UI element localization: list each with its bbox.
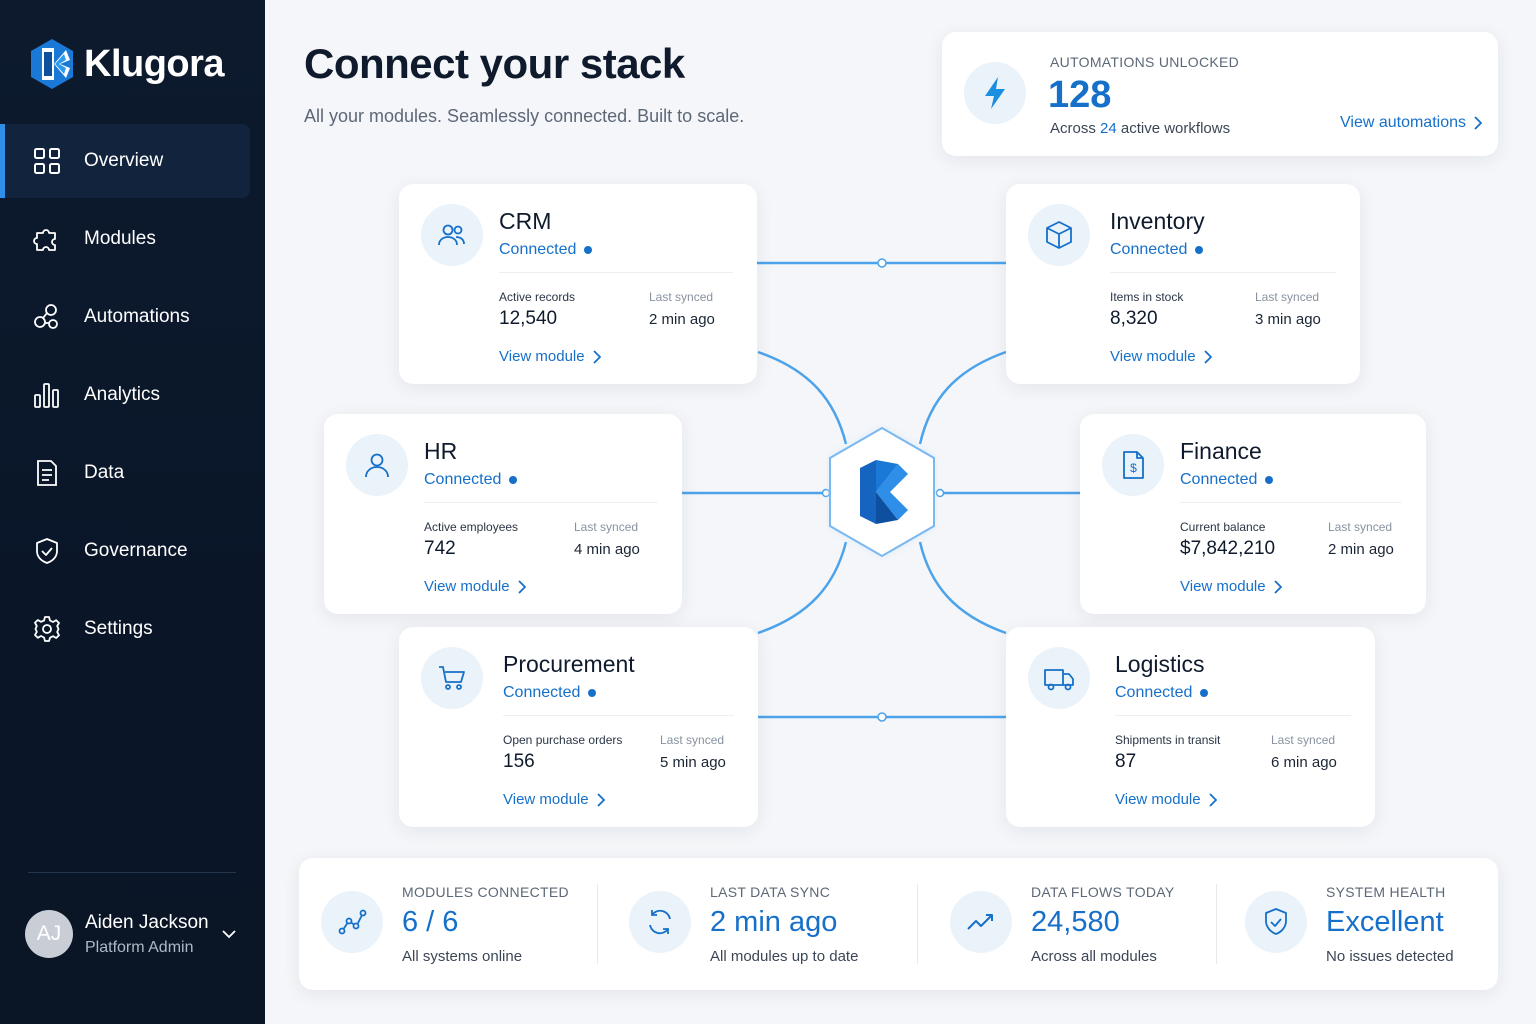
cart-icon: [421, 647, 483, 709]
metric-value: 12,540: [499, 308, 558, 329]
stat-value: 2 min ago: [710, 906, 838, 938]
status-dot: [509, 476, 518, 484]
module-card-hr: HR Connected Active employees 742 Last s…: [324, 414, 682, 614]
sync-value: 5 min ago: [660, 754, 726, 771]
invoice-dollar-icon: $: [1102, 434, 1164, 496]
hub-logo: [826, 424, 938, 565]
divider: [1180, 502, 1402, 503]
sync-value: 6 min ago: [1271, 754, 1337, 771]
status-badge: Connected: [424, 471, 518, 489]
module-name: CRM: [499, 208, 552, 234]
person-icon: [346, 434, 408, 496]
view-module-link[interactable]: View module: [499, 348, 601, 365]
module-card-crm: CRM Connected Active records 12,540 Last…: [399, 184, 757, 384]
view-module-link[interactable]: View module: [424, 578, 526, 595]
stat-value: Excellent: [1326, 906, 1444, 938]
stat-value: 24,580: [1031, 906, 1120, 938]
chevron-right-icon: [1208, 792, 1217, 807]
divider: [503, 715, 734, 716]
stat-system-health: SYSTEM HEALTH Excellent No issues detect…: [1223, 858, 1498, 990]
stat-modules-connected: MODULES CONNECTED 6 / 6 All systems onli…: [299, 858, 597, 990]
module-card-logistics: Logistics Connected Shipments in transit…: [1006, 627, 1375, 827]
metric-label: Active records: [499, 290, 576, 304]
sync-label: Last synced: [660, 733, 725, 747]
svg-text:$: $: [1130, 461, 1137, 475]
status-dot: [588, 689, 597, 697]
stat-label: SYSTEM HEALTH: [1326, 884, 1446, 900]
module-name: Inventory: [1110, 208, 1205, 234]
sync-label: Last synced: [1328, 520, 1393, 534]
stat-data-flows: DATA FLOWS TODAY 24,580 Across all modul…: [928, 858, 1216, 990]
metric-value: 87: [1115, 751, 1137, 772]
status-dot: [1265, 476, 1274, 484]
stat-label: MODULES CONNECTED: [402, 884, 569, 900]
sync-label: Last synced: [649, 290, 714, 304]
klugora-hub-icon: [829, 426, 935, 558]
chevron-right-icon: [1203, 349, 1212, 364]
metric-label: Open purchase orders: [503, 733, 623, 747]
stat-subtext: All modules up to date: [710, 948, 859, 965]
stats-bar: MODULES CONNECTED 6 / 6 All systems onli…: [299, 858, 1498, 990]
stat-value: 6 / 6: [402, 906, 459, 938]
module-name: Finance: [1180, 438, 1262, 464]
module-card-finance: $ Finance Connected Current balance $7,8…: [1080, 414, 1426, 614]
metric-value: $7,842,210: [1180, 538, 1276, 559]
divider: [1115, 715, 1351, 716]
chevron-right-icon: [1273, 579, 1282, 594]
divider: [1216, 884, 1217, 964]
status-dot: [1195, 246, 1204, 254]
metric-label: Shipments in transit: [1115, 733, 1221, 747]
sync-value: 4 min ago: [574, 541, 640, 558]
status-badge: Connected: [1110, 241, 1204, 259]
divider: [917, 884, 918, 964]
metric-label: Items in stock: [1110, 290, 1184, 304]
sync-label: Last synced: [1255, 290, 1320, 304]
sync-label: Last synced: [1271, 733, 1336, 747]
chevron-right-icon: [592, 349, 601, 364]
stat-subtext: No issues detected: [1326, 948, 1454, 965]
status-badge: Connected: [1180, 471, 1274, 489]
stat-last-sync: LAST DATA SYNC 2 min ago All modules up …: [607, 858, 917, 990]
status-dot: [1200, 689, 1209, 697]
sync-value: 2 min ago: [1328, 541, 1394, 558]
module-name: Procurement: [503, 651, 635, 677]
status-badge: Connected: [499, 241, 593, 259]
status-badge: Connected: [1115, 684, 1209, 702]
box-icon: [1028, 204, 1090, 266]
view-module-link[interactable]: View module: [1110, 348, 1212, 365]
stat-label: DATA FLOWS TODAY: [1031, 884, 1175, 900]
stat-subtext: Across all modules: [1031, 948, 1157, 965]
metric-value: 8,320: [1110, 308, 1158, 329]
status-badge: Connected: [503, 684, 597, 702]
status-dot: [584, 246, 593, 254]
divider: [597, 884, 598, 964]
metric-label: Current balance: [1180, 520, 1266, 534]
truck-icon: [1028, 647, 1090, 709]
metric-label: Active employees: [424, 520, 519, 534]
users-icon: [421, 204, 483, 266]
metric-value: 156: [503, 751, 535, 772]
stat-label: LAST DATA SYNC: [710, 884, 831, 900]
stat-subtext: All systems online: [402, 948, 523, 965]
module-name: HR: [424, 438, 458, 464]
view-module-link[interactable]: View module: [503, 791, 605, 808]
sync-value: 3 min ago: [1255, 311, 1321, 328]
chevron-right-icon: [517, 579, 526, 594]
divider: [499, 272, 733, 273]
divider: [1110, 272, 1336, 273]
chevron-right-icon: [596, 792, 605, 807]
module-card-inventory: Inventory Connected Items in stock 8,320…: [1006, 184, 1360, 384]
network-icon: [321, 891, 383, 953]
module-card-procurement: Procurement Connected Open purchase orde…: [399, 627, 758, 827]
module-name: Logistics: [1115, 651, 1205, 677]
sync-label: Last synced: [574, 520, 639, 534]
trend-icon: [950, 891, 1012, 953]
sync-icon: [629, 891, 691, 953]
view-module-link[interactable]: View module: [1115, 791, 1217, 808]
view-module-link[interactable]: View module: [1180, 578, 1282, 595]
shield-check-icon: [1245, 891, 1307, 953]
sync-value: 2 min ago: [649, 311, 715, 328]
divider: [424, 502, 658, 503]
metric-value: 742: [424, 538, 456, 559]
